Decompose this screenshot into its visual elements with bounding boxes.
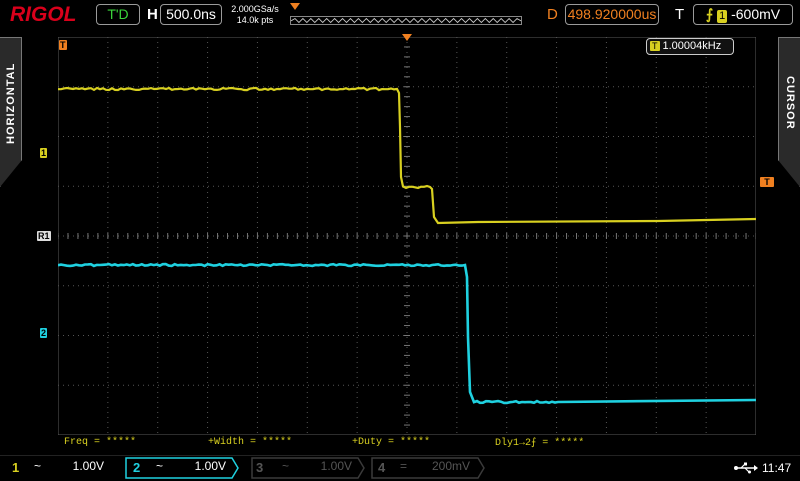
ch4-settings[interactable]: = 200mV — [394, 458, 480, 477]
ch3-settings[interactable]: ~1.00V — [276, 458, 362, 477]
system-clock: 11:47 — [762, 461, 791, 475]
waveform-display[interactable] — [58, 37, 756, 435]
ch2-coupling-icon: ~ — [156, 458, 176, 475]
trigger-time-marker[interactable] — [402, 34, 412, 41]
measurement-delay[interactable]: Dly1→2⨍ = ***** — [495, 437, 584, 449]
rising-edge-icon: ⨍ — [706, 6, 713, 22]
delay-label: D — [547, 6, 558, 23]
horizontal-tab[interactable]: HORIZONTAL — [0, 37, 22, 187]
trigger-setting[interactable]: ⨍ 1 -600mV — [693, 4, 793, 25]
ch3-number[interactable]: 3 — [256, 460, 263, 475]
top-status-bar: RIGOL T'D H 500.0ns 2.000GSa/s 14.0k pts… — [0, 0, 800, 32]
trigger-source-badge: 1 — [717, 10, 727, 23]
ch3-coupling-icon: ~ — [282, 458, 302, 475]
measurement-pduty[interactable]: +Duty = ***** — [352, 437, 430, 448]
ch1-scale: 1.00V — [54, 458, 104, 475]
frequency-counter: T 1.00004kHz — [646, 38, 734, 55]
trigger-label: T — [675, 6, 684, 23]
ch1-offset-marker[interactable]: 1 — [40, 148, 47, 158]
freq-counter-icon: T — [650, 41, 660, 51]
cursor-tab-label: CURSOR — [779, 38, 800, 168]
brand-logo: RIGOL — [10, 3, 77, 27]
horizontal-tab-label: HORIZONTAL — [0, 38, 22, 168]
sample-rate: 2.000GSa/s — [229, 4, 281, 15]
usb-icon — [734, 462, 758, 474]
ch2-settings[interactable]: ~1.00V — [150, 458, 236, 477]
trigger-level-marker[interactable]: T — [760, 177, 774, 187]
measurement-freq[interactable]: Freq = ***** — [64, 437, 136, 448]
channel-status-bar: 1 ~1.00V 2 ~1.00V 3 ~1.00V 4 = 200mV 11:4… — [0, 455, 800, 481]
memory-depth: 14.0k pts — [229, 15, 281, 26]
ch4-scale: 200mV — [420, 458, 470, 475]
ch4-coupling-icon: = — [400, 458, 420, 475]
delay-value[interactable]: 498.920000us — [565, 4, 659, 25]
ch4-number[interactable]: 4 — [378, 460, 385, 475]
acquisition-info: 2.000GSa/s 14.0k pts — [229, 4, 281, 26]
ch1-settings[interactable]: ~1.00V — [28, 458, 118, 477]
ch2-offset-marker[interactable]: 2 — [40, 328, 47, 338]
measurement-pwidth[interactable]: +Width = ***** — [208, 437, 292, 448]
ref-r1-marker[interactable]: R1 — [37, 231, 51, 241]
trigger-level: -600mV — [731, 6, 780, 22]
trigger-position-marker — [290, 3, 300, 10]
ch2-number[interactable]: 2 — [133, 460, 140, 475]
memory-waveform-overview[interactable] — [290, 16, 522, 25]
run-status[interactable]: T'D — [96, 4, 140, 25]
trigger-position-flag: T — [59, 40, 67, 50]
cursor-tab[interactable]: CURSOR — [778, 37, 800, 187]
ch2-scale: 1.00V — [176, 458, 226, 475]
freq-counter-value: 1.00004kHz — [663, 40, 722, 52]
ch1-number[interactable]: 1 — [12, 460, 19, 475]
ch3-scale: 1.00V — [302, 458, 352, 475]
timebase-label: H — [147, 6, 158, 23]
timebase-value[interactable]: 500.0ns — [160, 4, 222, 25]
ch1-coupling-icon: ~ — [34, 458, 54, 475]
measurement-bar: Freq = ***** +Width = ***** +Duty = ****… — [58, 436, 756, 450]
